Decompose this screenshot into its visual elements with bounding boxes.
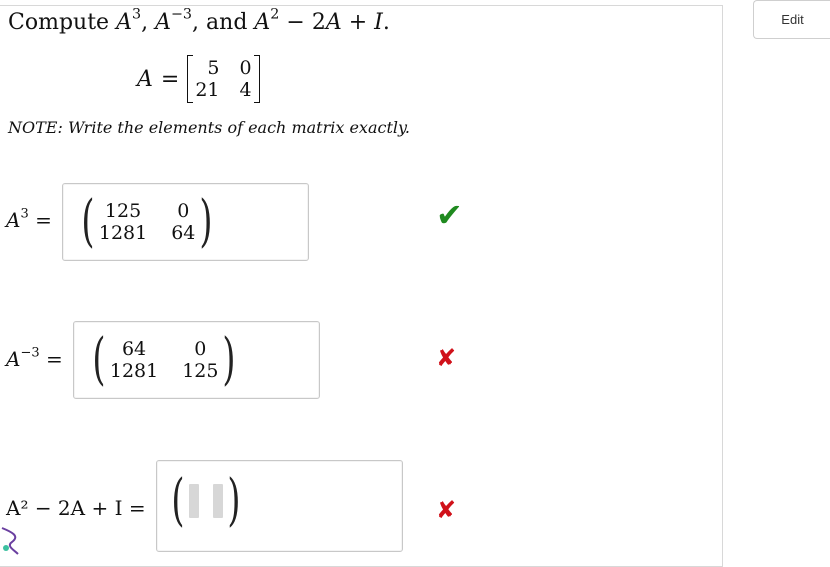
swirl-icon[interactable] xyxy=(0,526,24,556)
answer-2-cell: 1281 xyxy=(109,360,159,382)
matrix-a: 5 0 21 4 xyxy=(187,55,260,103)
answer-2-label: A−3 = xyxy=(6,345,63,371)
note-text: NOTE: Write the elements of each matrix … xyxy=(8,118,410,137)
answer-2-cell: 64 xyxy=(121,338,147,360)
answer-1-label: A3 = xyxy=(6,206,52,232)
matrix-a-cell: 4 xyxy=(239,79,252,101)
answer-2-cell: 0 xyxy=(194,338,207,360)
matrix-a-cell: 5 xyxy=(207,57,220,79)
empty-cell-placeholder[interactable] xyxy=(188,484,199,518)
answer-2-cell: 125 xyxy=(182,360,219,382)
answer-2-matrix: ( 64 0 1281 125 ) xyxy=(92,327,236,392)
compute-word: Compute xyxy=(8,10,110,35)
answer-3-matrix: ( ) xyxy=(171,468,241,533)
matrix-a-cell: 21 xyxy=(195,79,220,101)
answer-1-cell: 125 xyxy=(104,200,142,222)
check-mark-icon: ✔ xyxy=(436,196,463,234)
cross-mark-icon: ✘ xyxy=(436,344,457,372)
answer-2-input[interactable]: ( 64 0 1281 125 ) xyxy=(73,321,320,399)
answer-1-cell: 1281 xyxy=(98,222,148,244)
and-word: and xyxy=(206,10,248,35)
answer-3-input[interactable]: ( ) xyxy=(156,460,403,552)
equals-sign: = xyxy=(160,66,180,92)
question-text: Compute A3, A−3, and A2 − 2A + I. xyxy=(8,6,390,35)
cross-mark-icon: ✘ xyxy=(436,496,457,524)
answer-3-label: A² − 2A + I = xyxy=(6,496,146,520)
matrix-a-cell: 0 xyxy=(239,57,252,79)
matrix-name: A xyxy=(137,66,153,92)
empty-cell-placeholder[interactable] xyxy=(212,484,223,518)
answer-1-input[interactable]: ( 125 0 1281 64 ) xyxy=(62,183,309,261)
answer-1-cell: 64 xyxy=(171,222,196,244)
answer-1-matrix: ( 125 0 1281 64 ) xyxy=(81,189,213,254)
edit-button[interactable]: Edit xyxy=(753,0,830,39)
matrix-definition: A = 5 0 21 4 xyxy=(137,55,260,103)
period: . xyxy=(382,10,390,35)
answer-1-cell: 0 xyxy=(177,200,190,222)
